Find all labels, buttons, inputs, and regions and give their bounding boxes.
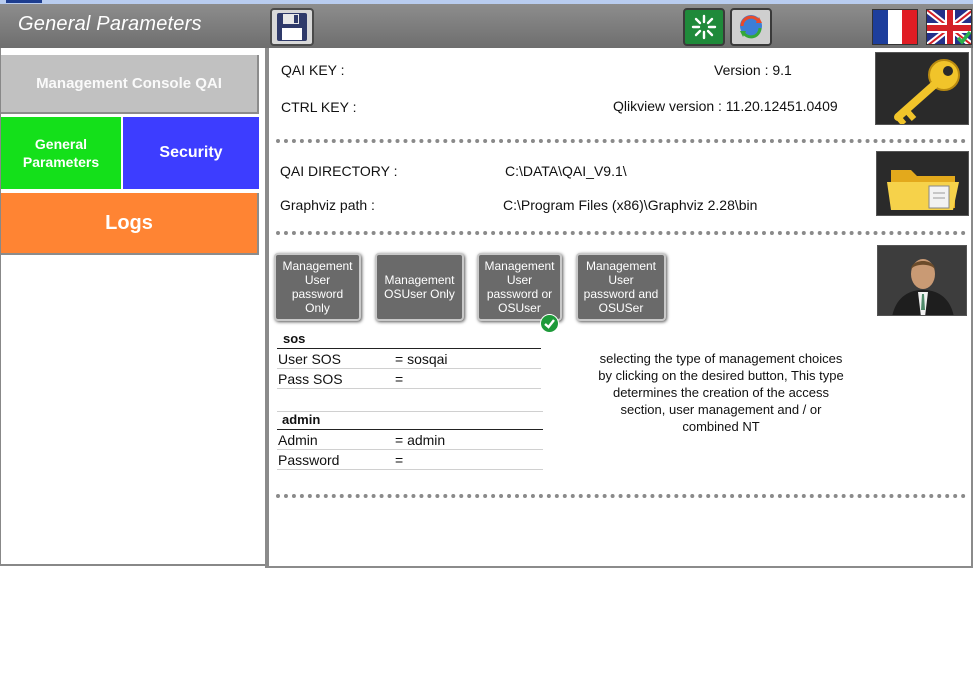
mode-button-label: Management User password and OSUSer [583,259,659,315]
user-sos-value[interactable]: = sosqai [395,351,448,367]
reload-button[interactable] [683,8,725,46]
qai-directory-label: QAI DIRECTORY : [280,163,398,179]
row-divider [277,368,541,369]
row-divider [277,449,543,450]
sos-group-title: sos [283,331,306,346]
title-bar: General Parameters [0,4,973,48]
graphviz-path-value: C:\Program Files (x86)\Graphviz 2.28\bin [503,197,758,213]
top-strip-tab [6,0,42,3]
sidebar-item-management-console[interactable]: Management Console QAI [1,55,259,114]
page-title: General Parameters [18,13,202,35]
mode-password-or-osuser-button[interactable]: Management User password or OSUser [477,253,562,321]
flag-stripe-red [902,10,918,44]
qai-directory-value: C:\DATA\QAI_V9.1\ [505,163,627,179]
mode-osuser-only-button[interactable]: Management OSUser Only [375,253,464,321]
sidebar-item-label: Security [159,144,223,161]
version-text: Version : 9.1 [714,62,792,78]
folder-icon [876,151,969,216]
user-avatar-icon [877,245,967,316]
management-description: selecting the type of management choices… [598,351,844,434]
admin-label: Admin [278,432,318,448]
mode-button-label: Management User password Only [282,259,353,315]
reload-spinner-icon [691,14,717,40]
password-label: Password [278,452,340,468]
group-divider [277,429,543,430]
row-divider [277,388,541,389]
admin-group-title: admin [282,412,321,427]
qai-key-label: QAI KEY : [281,62,345,78]
selected-check-icon [540,314,559,333]
flag-stripe-white [887,10,903,44]
admin-value[interactable]: = admin [395,432,445,448]
section-divider [276,494,966,498]
uk-flag-graphic [927,10,971,44]
sidebar-item-logs[interactable]: Logs [1,193,259,255]
uk-flag-icon[interactable] [926,9,972,45]
password-value[interactable]: = [395,452,403,468]
mode-password-and-osuser-button[interactable]: Management User password and OSUSer [576,253,666,321]
ctrl-key-label: CTRL KEY : [281,99,357,115]
sidebar-item-label: General Parameters [22,136,100,170]
refresh-sync-icon [740,15,762,39]
floppy-disk-icon [277,13,307,41]
section-divider [276,139,966,143]
sidebar-item-label: Management Console QAI [36,75,222,92]
sidebar-item-general-parameters[interactable]: General Parameters [1,117,121,189]
user-sos-label: User SOS [278,351,342,367]
qlikview-version-text: Qlikview version : 11.20.12451.0409 [613,98,838,114]
mode-button-label: Management OSUser Only [384,273,455,301]
graphviz-path-label: Graphviz path : [280,197,375,213]
mode-user-password-only-button[interactable]: Management User password Only [274,253,361,321]
pass-sos-label: Pass SOS [278,371,343,387]
flag-stripe-blue [873,10,888,44]
pass-sos-value[interactable]: = [395,371,403,387]
sidebar-item-label: Logs [105,211,153,234]
save-button[interactable] [270,8,314,46]
group-divider [277,348,541,349]
row-divider [277,469,543,470]
sync-button[interactable] [730,8,772,46]
sidebar-item-security[interactable]: Security [123,117,259,189]
key-icon [875,52,969,125]
mode-button-label: Management User password or OSUser [484,259,555,315]
french-flag-icon[interactable] [872,9,918,45]
section-divider [276,231,966,235]
